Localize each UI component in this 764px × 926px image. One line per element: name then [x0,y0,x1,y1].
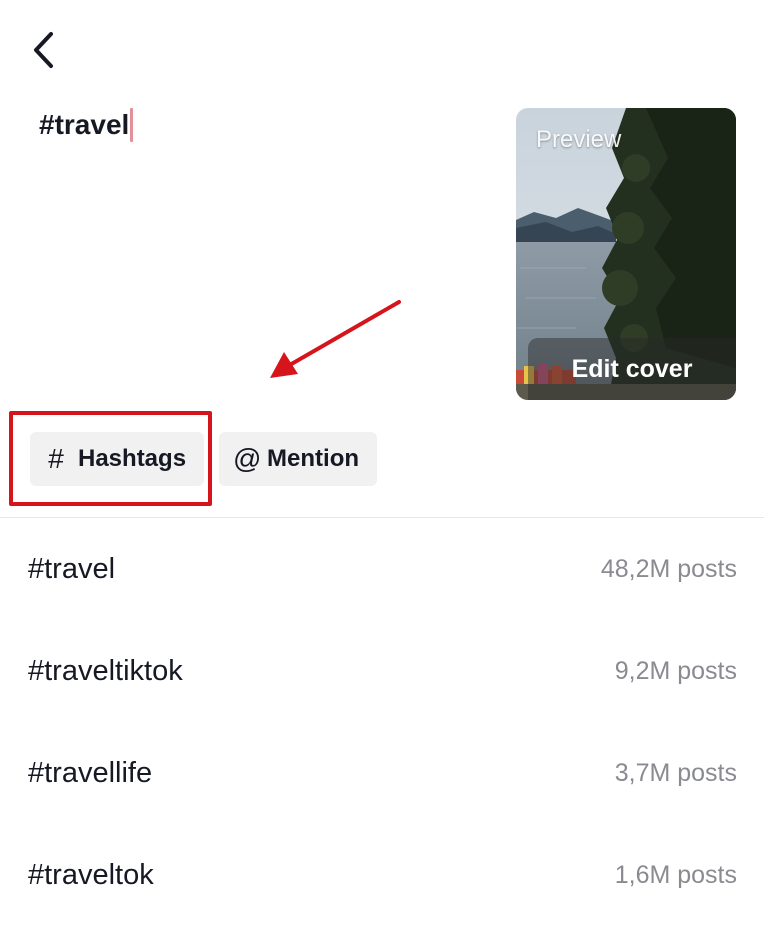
preview-label: Preview [536,126,622,153]
mention-label: Mention [267,445,360,472]
hashtag-name: #travellife [28,756,153,789]
hashtags-button[interactable]: # Hashtags [30,432,205,486]
hashtag-name: #traveltiktok [28,654,183,687]
hashtag-name: #traveltok [28,858,154,891]
edit-cover-label: Edit cover [571,354,693,383]
hashtag-suggestions: #travel 48,2M posts #traveltiktok 9,2M p… [0,518,764,926]
annotation-arrow [270,300,401,378]
chevron-left-icon [34,32,53,68]
list-item[interactable]: #travel 48,2M posts [0,518,764,620]
hashtags-label: Hashtags [78,445,187,472]
text-cursor [130,108,134,142]
list-item[interactable]: #travellife 3,7M posts [0,722,764,824]
cover-thumbnail[interactable]: Preview Edit cover [516,108,736,400]
caption-tools: # Hashtags @ Mention [30,432,378,486]
list-item[interactable]: #traveltok 1,6M posts [0,824,764,926]
edit-cover-button[interactable]: Edit cover [528,338,736,400]
hashtag-icon: # [48,443,64,474]
caption-text: #travel [39,109,130,140]
post-count: 9,2M posts [614,656,737,685]
back-button[interactable] [24,28,64,72]
hashtag-name: #travel [28,552,116,585]
post-count: 1,6M posts [614,860,737,889]
caption-input[interactable]: #travel [39,108,134,142]
mention-button[interactable]: @ Mention [219,432,378,486]
list-item[interactable]: #traveltiktok 9,2M posts [0,620,764,722]
at-icon: @ [233,443,262,474]
post-count: 48,2M posts [600,554,737,583]
post-count: 3,7M posts [614,758,737,787]
